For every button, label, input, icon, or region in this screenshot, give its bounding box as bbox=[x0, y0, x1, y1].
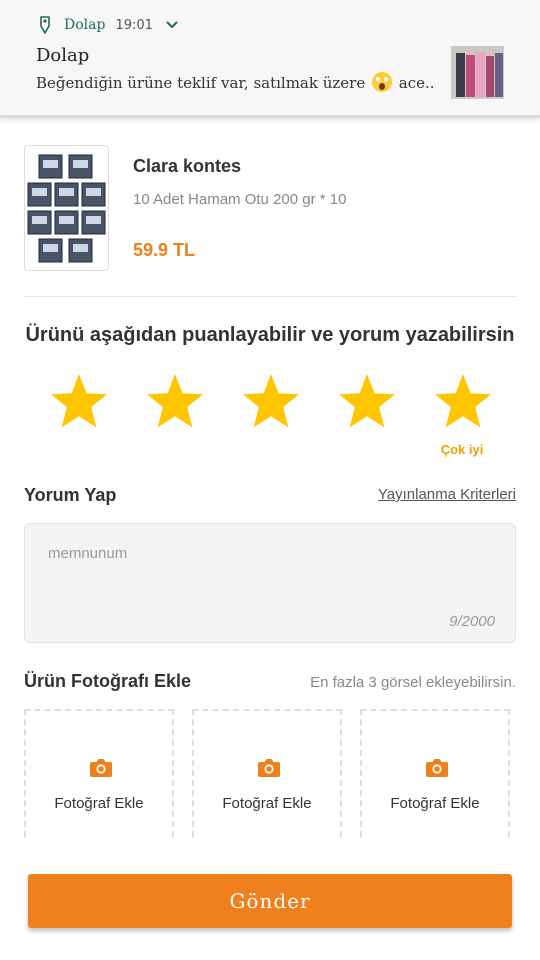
star-rating bbox=[48, 371, 494, 435]
star-4-icon[interactable] bbox=[336, 371, 398, 433]
star-1-icon[interactable] bbox=[48, 371, 110, 433]
rating-title: Ürünü aşağıdan puanlayabilir ve yorum ya… bbox=[25, 324, 515, 346]
publishing-criteria-link[interactable]: Yayınlanma Kriterleri bbox=[378, 486, 516, 503]
character-counter: 9/2000 bbox=[449, 613, 495, 630]
photo-limit-hint: En fazla 3 görsel ekleyebilirsin. bbox=[310, 674, 516, 691]
product-name: Clara kontes bbox=[133, 156, 242, 176]
comment-box[interactable]: 9/2000 bbox=[24, 523, 516, 643]
add-photo-label: Fotoğraf Ekle bbox=[54, 795, 144, 812]
product-image bbox=[24, 145, 109, 271]
product-description: 10 Adet Hamam Otu 200 gr * 10 bbox=[133, 191, 347, 208]
comment-input[interactable] bbox=[48, 538, 488, 568]
notification-time: 19:01 bbox=[115, 17, 153, 33]
add-photo-label: Fotoğraf Ekle bbox=[222, 795, 312, 812]
star-2-icon[interactable] bbox=[144, 371, 206, 433]
notification-header: Dolap 19:01 bbox=[36, 13, 181, 37]
notification[interactable]: Dolap 19:01 Dolap Beğendiğin ürüne tekli… bbox=[0, 0, 540, 118]
dolap-hanger-icon bbox=[36, 15, 54, 35]
notification-text-end: ace.. bbox=[398, 74, 435, 92]
chevron-down-icon[interactable] bbox=[163, 16, 181, 34]
comment-title: Yorum Yap bbox=[24, 485, 117, 505]
rating-label: Çok iyi bbox=[440, 442, 484, 457]
notification-thumbnail bbox=[451, 46, 504, 99]
notification-text: Beğendiğin ürüne teklif var, satılmak üz… bbox=[36, 72, 435, 92]
submit-button[interactable]: Gönder bbox=[28, 874, 512, 928]
camera-icon bbox=[425, 757, 449, 779]
divider bbox=[24, 296, 516, 297]
photo-section-title: Ürün Fotoğrafı Ekle bbox=[24, 671, 192, 691]
notification-app-name: Dolap bbox=[64, 17, 106, 33]
product-price: 59.9 TL bbox=[133, 240, 196, 260]
notification-title: Dolap bbox=[36, 45, 90, 66]
star-5-icon[interactable] bbox=[432, 371, 494, 433]
scream-emoji-icon bbox=[372, 72, 393, 92]
add-photo-label: Fotoğraf Ekle bbox=[390, 795, 480, 812]
add-photo-slot[interactable]: Fotoğraf Ekle bbox=[360, 709, 510, 837]
camera-icon bbox=[257, 757, 281, 779]
add-photo-slot[interactable]: Fotoğraf Ekle bbox=[192, 709, 342, 837]
add-photo-slot[interactable]: Fotoğraf Ekle bbox=[24, 709, 174, 837]
notification-text-start: Beğendiğin ürüne teklif var, satılmak üz… bbox=[36, 74, 366, 92]
star-3-icon[interactable] bbox=[240, 371, 302, 433]
camera-icon bbox=[89, 757, 113, 779]
